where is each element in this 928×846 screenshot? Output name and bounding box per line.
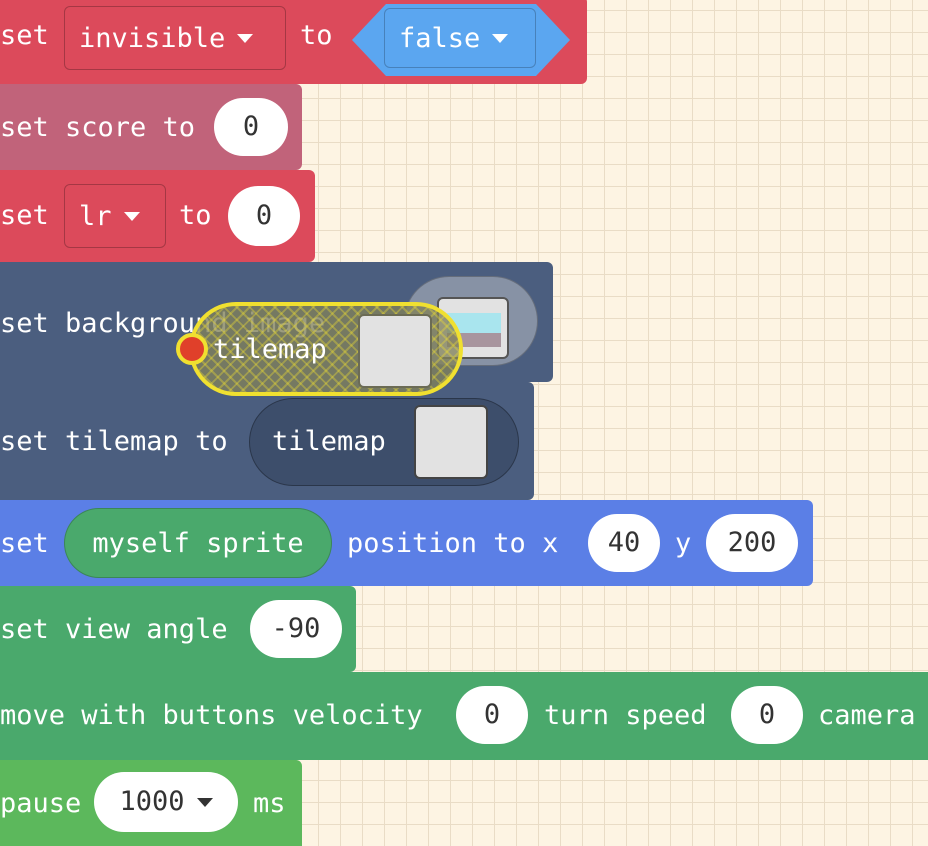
set-label: set bbox=[0, 20, 49, 51]
tilemap-reporter-label: tilemap bbox=[272, 426, 386, 457]
ms-label: ms bbox=[253, 788, 286, 819]
boolean-value: false bbox=[399, 22, 481, 54]
tilemap-thumbnail-icon bbox=[414, 405, 488, 479]
chevron-down-icon bbox=[492, 33, 509, 43]
to-label: to bbox=[179, 200, 212, 231]
position-to-x-label: position to x bbox=[347, 528, 559, 559]
chevron-down-icon bbox=[123, 211, 140, 221]
dragged-tilemap-reporter[interactable]: tilemap bbox=[189, 302, 463, 396]
set-sprite-position-block[interactable]: set myself sprite position to x 40 y 200 bbox=[0, 500, 813, 586]
chevron-down-icon bbox=[196, 797, 213, 807]
set-score-label: set score to bbox=[0, 112, 196, 143]
velocity-input[interactable]: 0 bbox=[456, 686, 528, 744]
camera-label: camera bbox=[818, 700, 916, 731]
pause-label: pause bbox=[0, 788, 82, 819]
myself-sprite-reporter[interactable]: myself sprite bbox=[64, 508, 332, 578]
variable-name: lr bbox=[79, 200, 112, 232]
set-invisible-block[interactable]: set invisible to false bbox=[0, 0, 587, 84]
y-label: y bbox=[675, 528, 692, 559]
pause-duration-value: 1000 bbox=[119, 786, 185, 817]
lr-variable-dropdown[interactable]: lr bbox=[64, 184, 166, 248]
turn-speed-input[interactable]: 0 bbox=[731, 686, 803, 744]
set-label: set bbox=[0, 528, 49, 559]
view-angle-input[interactable]: -90 bbox=[250, 600, 342, 658]
set-tilemap-label: set tilemap to bbox=[0, 426, 228, 457]
connection-point-icon bbox=[176, 333, 208, 365]
y-value-input[interactable]: 200 bbox=[706, 514, 798, 572]
variable-name: invisible bbox=[79, 22, 226, 54]
false-value-dropdown[interactable]: false bbox=[384, 8, 536, 68]
invisible-variable-dropdown[interactable]: invisible bbox=[64, 6, 286, 70]
chevron-down-icon bbox=[237, 33, 254, 43]
x-value-input[interactable]: 40 bbox=[588, 514, 660, 572]
to-label: to bbox=[300, 20, 333, 51]
score-value-input[interactable]: 0 bbox=[214, 98, 288, 156]
turn-speed-label: turn speed bbox=[544, 700, 707, 731]
move-with-buttons-label: move with buttons velocity bbox=[0, 700, 423, 731]
set-score-block[interactable]: set score to 0 bbox=[0, 84, 302, 170]
set-lr-block[interactable]: set lr to 0 bbox=[0, 170, 315, 262]
set-view-angle-block[interactable]: set view angle -90 bbox=[0, 586, 356, 672]
move-with-buttons-block[interactable]: move with buttons velocity 0 turn speed … bbox=[0, 672, 928, 760]
dragged-tilemap-thumbnail-icon bbox=[358, 314, 432, 388]
set-view-angle-label: set view angle bbox=[0, 614, 228, 645]
set-label: set bbox=[0, 200, 49, 231]
set-tilemap-block[interactable]: set tilemap to tilemap bbox=[0, 382, 534, 500]
pause-duration-dropdown[interactable]: 1000 bbox=[94, 772, 238, 832]
pause-block[interactable]: pause 1000 ms bbox=[0, 760, 302, 846]
dragged-tilemap-label: tilemap bbox=[213, 334, 327, 365]
tilemap-reporter[interactable]: tilemap bbox=[249, 398, 519, 486]
lr-value-input[interactable]: 0 bbox=[228, 186, 300, 246]
